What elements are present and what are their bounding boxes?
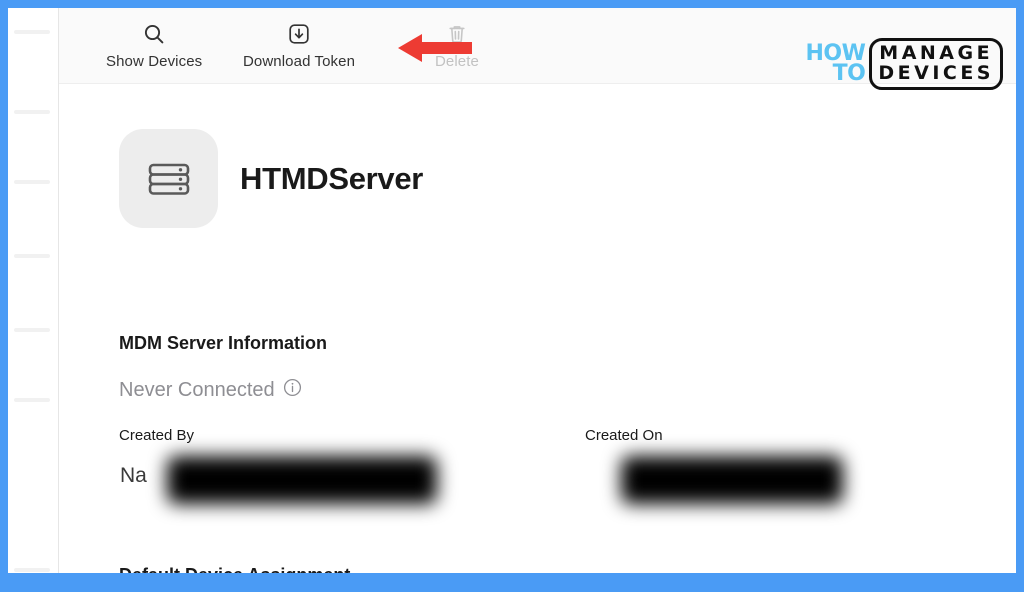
logo-phone-outline: MANAGE DEVICES (869, 38, 1003, 90)
sidebar-item-stub[interactable] (14, 30, 50, 34)
download-icon (287, 22, 311, 46)
logo-howto-text: HOW TO (805, 42, 866, 86)
server-rack-icon (119, 129, 218, 228)
search-icon (142, 22, 166, 46)
server-header: HTMDServer (119, 129, 423, 228)
default-device-assignment-heading: Default Device Assignment (119, 565, 350, 573)
created-on-redaction (621, 456, 843, 504)
red-arrow-annotation (398, 33, 472, 63)
app-window: Show Devices Download Token Delete HOW T… (8, 8, 1016, 573)
sidebar-item-stub[interactable] (14, 328, 50, 332)
download-token-label: Download Token (243, 53, 356, 70)
created-by-label: Created By (119, 427, 195, 444)
show-devices-button[interactable]: Show Devices (106, 22, 202, 70)
logo-line-to: TO (832, 61, 866, 86)
sidebar-item-stub[interactable] (14, 180, 50, 184)
show-devices-label: Show Devices (106, 53, 203, 70)
connection-status-text: Never Connected (119, 378, 275, 401)
sidebar[interactable] (8, 8, 59, 573)
toolbar: Show Devices Download Token Delete HOW T… (59, 8, 1016, 90)
created-by-redaction (167, 456, 437, 504)
screenshot-root: Show Devices Download Token Delete HOW T… (0, 0, 1024, 592)
page-title: HTMDServer (240, 160, 424, 196)
info-circle-icon[interactable] (283, 378, 302, 402)
mdm-info-heading: MDM Server Information (119, 333, 328, 353)
created-on-label: Created On (585, 427, 663, 444)
connection-status-row: Never Connected (119, 378, 302, 402)
main-pane: Show Devices Download Token Delete HOW T… (59, 8, 1016, 573)
sidebar-item-stub[interactable] (14, 398, 50, 402)
sidebar-item-stub[interactable] (14, 254, 50, 258)
created-by-value: Na (120, 464, 147, 487)
htmd-logo: HOW TO MANAGE DEVICES (805, 38, 1003, 90)
download-token-button[interactable]: Download Token (243, 22, 355, 70)
logo-line-manage: MANAGE (879, 42, 994, 64)
logo-line-devices: DEVICES (878, 62, 994, 84)
sidebar-item-stub[interactable] (14, 110, 50, 114)
sidebar-item-stub[interactable] (14, 568, 50, 572)
